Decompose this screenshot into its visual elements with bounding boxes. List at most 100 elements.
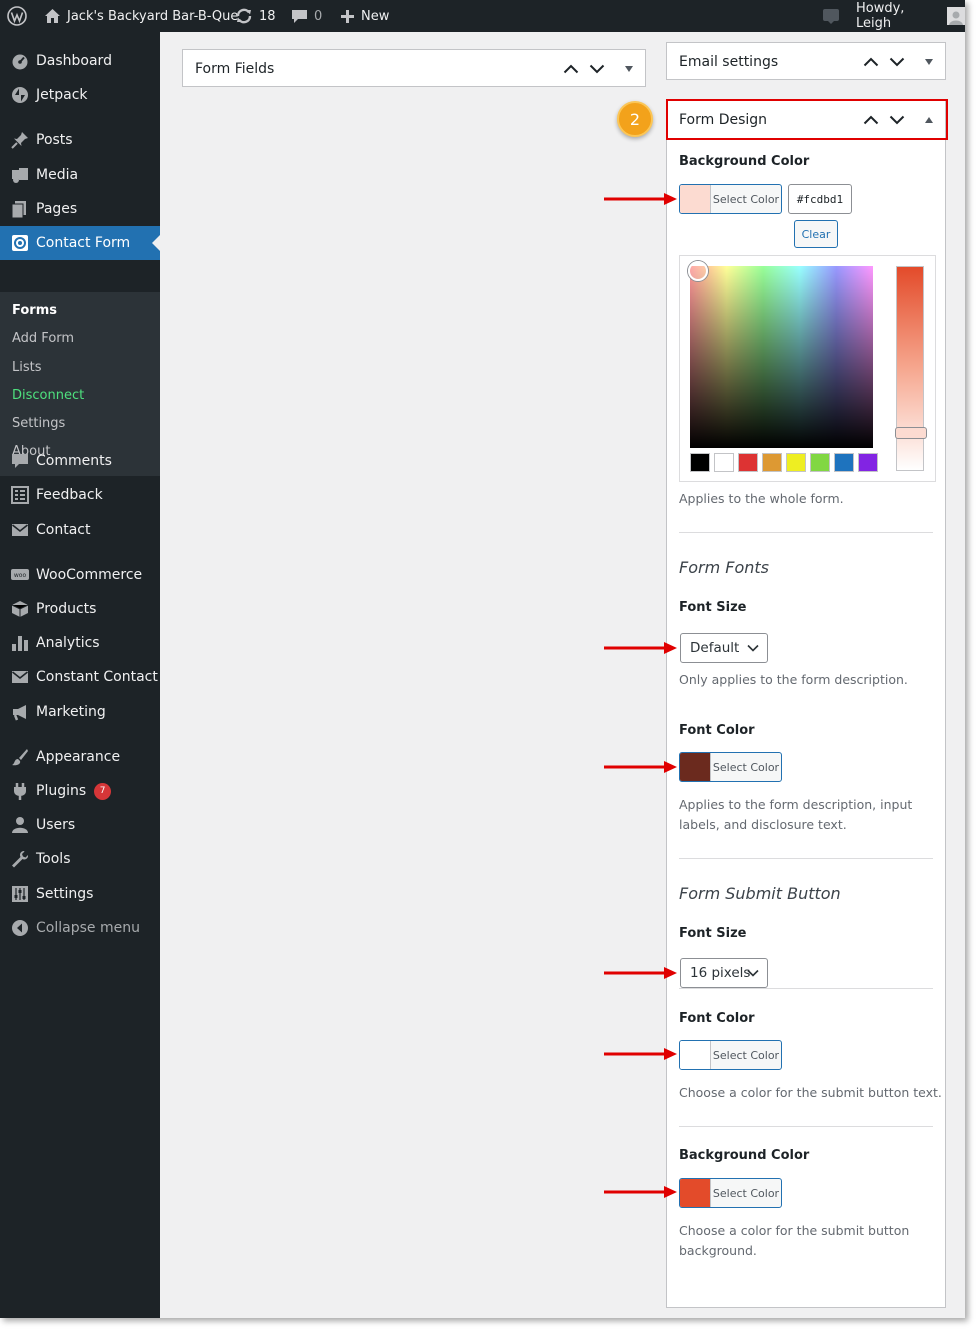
refresh-icon	[236, 8, 252, 24]
palette-swatch[interactable]	[690, 453, 710, 472]
sidebar-item-contact-form[interactable]: Contact Form	[0, 226, 160, 260]
sidebar-item-label: WooCommerce	[36, 567, 143, 583]
red-arrow-icon	[604, 1185, 678, 1199]
select-color-label: Select Color	[712, 1186, 780, 1200]
background-color-button[interactable]: Select Color	[679, 184, 782, 214]
toggle-down-icon[interactable]	[925, 59, 933, 65]
form-design-highlight	[666, 99, 948, 140]
site-name-link[interactable]: Jack's Backyard Bar-B-Que	[44, 0, 238, 32]
move-up-icon[interactable]	[563, 64, 579, 74]
chevron-down-icon	[747, 644, 759, 652]
hue-slider[interactable]	[895, 266, 927, 471]
sidebar-item-users[interactable]: Users	[0, 808, 160, 842]
sidebar-item-woocommerce[interactable]: woo WooCommerce	[0, 558, 160, 592]
sidebar-item-plugins[interactable]: Plugins 7	[0, 774, 160, 808]
jetpack-icon	[0, 86, 36, 104]
submenu-item-disconnect[interactable]: Disconnect	[12, 388, 84, 403]
panel-title: Email settings	[679, 54, 779, 70]
screenshot-frame: Jack's Backyard Bar-B-Que 18 0 New Howdy…	[0, 0, 965, 1318]
update-count-badge: 7	[94, 782, 112, 800]
sidebar-item-label: Products	[36, 601, 97, 617]
submit-font-size-select[interactable]: 16 pixels	[680, 958, 768, 988]
submit-background-color-button[interactable]: Select Color	[679, 1178, 782, 1208]
submit-font-color-button[interactable]: Select Color	[679, 1040, 782, 1070]
sidebar-item-collapse-menu[interactable]: Collapse menu	[0, 911, 160, 945]
sidebar-item-posts[interactable]: Posts	[0, 123, 160, 157]
chevron-down-icon	[747, 969, 759, 977]
panel-title: Form Fields	[195, 61, 275, 77]
move-up-icon[interactable]	[863, 57, 879, 67]
divider	[679, 532, 933, 533]
sidebar-item-constant-contact[interactable]: Constant Contact	[0, 660, 160, 694]
wordpress-logo-icon[interactable]	[7, 0, 27, 32]
hex-color-input[interactable]: #fcdbd1	[788, 184, 852, 214]
mail-icon	[0, 521, 36, 539]
sidebar-item-label: Comments	[36, 453, 112, 469]
sidebar-item-label: Media	[36, 167, 79, 183]
sidebar-item-media[interactable]: Media	[0, 158, 160, 192]
color-swatch	[680, 753, 711, 781]
collapse-icon	[0, 919, 36, 937]
new-content-link[interactable]: New	[340, 0, 389, 32]
submenu-item-forms[interactable]: Forms	[12, 303, 57, 318]
select-color-label: Select Color	[712, 1048, 780, 1062]
sidebar-item-feedback[interactable]: Feedback	[0, 478, 160, 512]
sidebar-item-marketing[interactable]: Marketing	[0, 695, 160, 729]
font-color-button[interactable]: Select Color	[679, 752, 782, 782]
palette-swatch[interactable]	[834, 453, 854, 472]
red-arrow-icon	[604, 192, 678, 206]
mail-icon	[0, 668, 36, 686]
palette-swatch[interactable]	[738, 453, 758, 472]
palette-swatch[interactable]	[714, 453, 734, 472]
form-submit-button-title: Form Submit Button	[679, 884, 841, 903]
submenu-item-lists[interactable]: Lists	[12, 360, 42, 375]
sidebar-item-appearance[interactable]: Appearance	[0, 740, 160, 774]
red-arrow-icon	[604, 966, 678, 980]
palette-swatch[interactable]	[762, 453, 782, 472]
notification-icon[interactable]	[822, 0, 840, 32]
color-spectrum[interactable]	[690, 266, 873, 448]
analytics-icon	[0, 634, 36, 652]
sidebar-item-label: Pages	[36, 201, 78, 217]
sidebar-item-analytics[interactable]: Analytics	[0, 626, 160, 660]
sidebar-item-dashboard[interactable]: Dashboard	[0, 44, 160, 78]
products-icon	[0, 600, 36, 618]
submenu-item-settings[interactable]: Settings	[12, 416, 65, 431]
font-size-select[interactable]: Default	[680, 633, 768, 663]
comments-link[interactable]: 0	[291, 0, 322, 32]
hue-slider-handle[interactable]	[895, 427, 927, 439]
clear-color-button[interactable]: Clear	[794, 220, 838, 248]
divider	[679, 988, 933, 989]
account-menu[interactable]: Howdy, Leigh	[856, 0, 965, 32]
settings-icon	[0, 885, 36, 903]
submit-background-color-label: Background Color	[679, 1148, 810, 1163]
color-swatch	[680, 185, 711, 213]
contact-form-icon	[0, 234, 36, 252]
move-down-icon[interactable]	[589, 64, 605, 74]
sidebar-item-label: Dashboard	[36, 53, 112, 69]
sidebar-item-products[interactable]: Products	[0, 592, 160, 626]
submenu-item-add-form[interactable]: Add Form	[12, 331, 74, 346]
red-arrow-icon	[604, 641, 678, 655]
sidebar-item-label: Users	[36, 817, 76, 833]
sidebar-item-comments[interactable]: Comments	[0, 444, 160, 478]
palette-swatch[interactable]	[858, 453, 878, 472]
megaphone-icon	[0, 703, 36, 721]
form-fonts-title: Form Fonts	[679, 558, 769, 577]
palette-swatch[interactable]	[786, 453, 806, 472]
site-name: Jack's Backyard Bar-B-Que	[67, 8, 239, 24]
sidebar-item-contact[interactable]: Contact	[0, 513, 160, 547]
palette-swatch[interactable]	[810, 453, 830, 472]
sidebar-item-label: Contact Form	[36, 235, 131, 251]
sidebar-item-tools[interactable]: Tools	[0, 842, 160, 876]
updates-link[interactable]: 18	[235, 0, 276, 32]
red-arrow-icon	[604, 760, 678, 774]
divider	[679, 858, 933, 859]
plus-icon	[341, 9, 354, 23]
spectrum-handle[interactable]	[688, 261, 708, 281]
sidebar-item-settings[interactable]: Settings	[0, 877, 160, 911]
sidebar-item-pages[interactable]: Pages	[0, 192, 160, 226]
sidebar-item-jetpack[interactable]: Jetpack	[0, 78, 160, 112]
toggle-down-icon[interactable]	[625, 66, 633, 72]
move-down-icon[interactable]	[889, 57, 905, 67]
